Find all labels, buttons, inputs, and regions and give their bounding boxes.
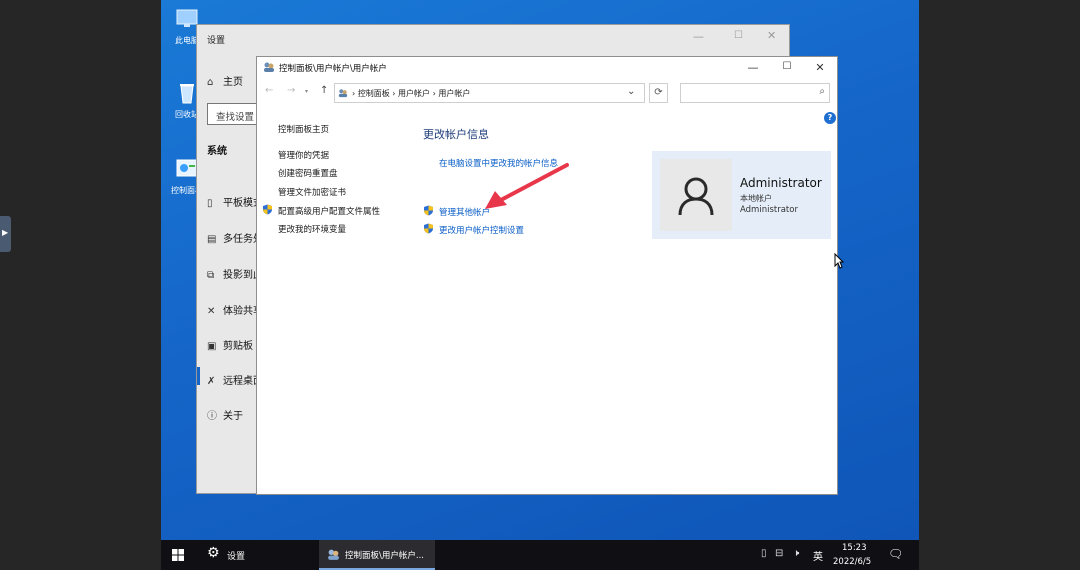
settings-nav-about[interactable]: ⓘ 关于 [207,407,243,422]
settings-nav-clipboard[interactable]: ▣ 剪贴板 [207,337,253,352]
nav-create-password-reset-disk[interactable]: 创建密码重置盘 [278,167,338,179]
breadcrumb-separator: › [392,89,396,98]
notification-center-icon[interactable]: 🗨 [888,547,903,561]
account-card: Administrator 本地帐户 Administrator [652,151,831,239]
account-role: Administrator [740,205,798,215]
taskbar-control-panel-label: 控制面板\用户帐户... [345,551,424,561]
search-icon: ⌕ [819,86,825,97]
tablet-icon: ▯ [207,198,213,209]
start-button[interactable] [161,540,195,570]
account-type: 本地帐户 [740,194,772,203]
nav-manage-encryption-certificates[interactable]: 管理文件加密证书 [278,186,346,198]
settings-home-label: 主页 [223,77,243,88]
address-dropdown-button[interactable]: ⌄ [627,86,635,97]
mouse-cursor-icon [834,253,844,269]
clipboard-icon: ▣ [207,341,217,352]
settings-nav-label: 关于 [223,411,243,422]
windows-logo-icon [172,549,184,561]
clock-date[interactable]: 2022/6/5 [833,557,871,567]
search-input[interactable]: ⌕ [680,83,830,103]
uac-shield-icon [263,204,272,215]
control-panel-window[interactable]: 控制面板\用户帐户\用户帐户 — ☐ ✕ ← → ▾ ↑ › 控制面板 › 用户… [256,56,838,495]
close-button[interactable]: ✕ [810,61,830,75]
up-button[interactable]: ↑ [320,85,328,96]
address-bar-location-icon [338,89,348,98]
settings-nav-share[interactable]: ✕ 体验共享 [207,302,263,317]
nav-control-panel-home[interactable]: 控制面板主页 [278,123,329,135]
forward-button[interactable]: → [287,85,295,96]
gear-icon: ⚙ [207,545,220,561]
clock-time[interactable]: 15:23 [842,543,867,553]
taskbar-settings-label: 设置 [227,552,246,562]
user-avatar-icon [678,177,714,216]
multitask-icon: ▤ [207,234,217,245]
network-disconnected-icon[interactable]: ⊟ [775,548,783,559]
uac-shield-icon [424,223,433,234]
settings-nav-tablet[interactable]: ▯ 平板模式 [207,194,263,209]
page-heading: 更改帐户信息 [423,128,489,141]
info-icon: ⓘ [207,411,217,422]
taskbar-settings-button[interactable]: ⚙ 设置 [201,540,316,570]
breadcrumb-item[interactable]: 控制面板 [358,89,390,98]
taskbar: ⚙ 设置 控制面板\用户帐户... ▯ ⊟ 🕨 英 15:23 2022/6/5… [161,540,919,570]
address-bar[interactable]: › 控制面板 › 用户帐户 › 用户帐户 ⌄ [334,83,645,103]
taskbar-control-panel-button[interactable]: 控制面板\用户帐户... [319,540,435,570]
account-name: Administrator [740,176,822,190]
breadcrumb-separator: › [432,89,436,98]
nav-advanced-profile-properties[interactable]: 配置高级用户配置文件属性 [278,205,380,217]
home-icon: ⌂ [207,77,214,88]
avatar [660,159,732,231]
remote-desktop-icon: ✗ [207,376,216,387]
breadcrumb-separator: › [352,89,356,98]
settings-close-button[interactable]: ✕ [767,29,776,42]
selected-indicator [197,367,200,385]
link-change-uac-settings[interactable]: 更改用户帐户控制设置 [439,224,524,236]
breadcrumb-item[interactable]: 用户帐户 [398,89,430,98]
share-icon: ✕ [207,306,216,317]
settings-section-title: 系统 [207,146,227,157]
user-accounts-icon [328,549,339,560]
ime-indicator[interactable]: 英 [813,548,823,563]
uac-shield-icon [424,205,433,216]
volume-muted-icon[interactable]: 🕨 [793,548,799,559]
settings-search-placeholder: 查找设置 [216,112,255,123]
breadcrumb-item[interactable]: 用户帐户 [438,89,470,98]
window-title: 控制面板\用户帐户\用户帐户 [279,64,387,74]
refresh-button[interactable]: ⟳ [649,83,668,103]
settings-home[interactable]: ⌂ 主页 [207,73,243,88]
settings-nav-label: 剪贴板 [223,341,253,352]
back-button[interactable]: ← [265,85,273,96]
nav-manage-credentials[interactable]: 管理你的凭据 [278,149,329,161]
user-accounts-icon [264,62,274,72]
nav-change-environment-variables[interactable]: 更改我的环境变量 [278,223,346,235]
usb-device-icon[interactable]: ▯ [761,548,767,559]
recent-locations-dropdown[interactable]: ▾ [305,88,308,95]
project-icon: ⧉ [207,270,215,281]
settings-nav-remote-desktop[interactable]: ✗ 远程桌面 [207,372,263,387]
annotation-arrow [485,163,569,209]
side-panel-handle[interactable]: ▶ [0,216,11,252]
help-icon[interactable]: ? [824,112,836,124]
settings-title: 设置 [207,36,226,46]
settings-maximize-button[interactable]: ☐ [734,30,743,41]
maximize-button[interactable]: ☐ [777,61,797,75]
settings-minimize-button[interactable]: — [693,30,704,43]
minimize-button[interactable]: — [743,61,763,75]
